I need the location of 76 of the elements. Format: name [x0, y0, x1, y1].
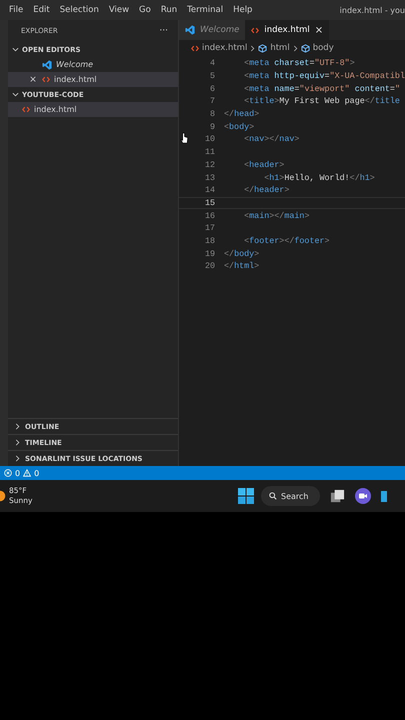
warning-icon	[23, 469, 32, 477]
line-number: 18	[204, 236, 215, 246]
code-line: <meta charset="UTF-8">	[243, 58, 355, 68]
open-editor-entry[interactable]: × index.html	[8, 72, 178, 87]
breadcrumb-item[interactable]: html	[270, 43, 290, 53]
line-number: 7	[208, 96, 215, 106]
code-line: <meta name="viewport" content="	[243, 84, 400, 94]
vscode-logo-icon	[42, 60, 52, 70]
line-number: 8	[208, 109, 215, 120]
html-file-icon	[22, 106, 30, 113]
sun-icon	[0, 490, 6, 502]
task-view-icon[interactable]	[330, 488, 346, 504]
mouse-pointer-icon	[180, 132, 189, 145]
html-file-icon	[251, 26, 260, 34]
code-line: <h1>Hello, World!</h1>	[263, 172, 375, 183]
error-count[interactable]: 0	[15, 468, 20, 478]
code-line: <main></main>	[243, 210, 310, 221]
video-call-icon[interactable]	[355, 488, 372, 504]
cube-icon	[300, 44, 310, 52]
chevron-icon	[14, 423, 21, 430]
line-number: 4	[208, 58, 215, 68]
code-line: </header>	[243, 185, 290, 196]
chevron-icon	[250, 44, 256, 52]
line-number: 10	[204, 134, 215, 144]
breadcrumb-item[interactable]: body	[312, 43, 334, 53]
editor-tab[interactable]: index.html ×	[245, 20, 330, 40]
windows-logo-icon[interactable]	[238, 488, 254, 504]
search-icon	[269, 492, 277, 500]
line-number: 13	[204, 172, 215, 183]
editor-tab[interactable]: Welcome	[179, 20, 246, 40]
menu-item[interactable]: Help	[228, 5, 258, 15]
html-file-icon	[191, 44, 199, 52]
line-number: 5	[208, 71, 215, 82]
line-number: 11	[204, 147, 215, 158]
code-line: <meta http-equiv="X-UA-Compatibl	[243, 71, 405, 82]
error-icon	[4, 469, 12, 477]
chevron-icon	[12, 91, 19, 98]
menu-item[interactable]: Edit	[28, 5, 55, 15]
line-number: 12	[204, 160, 215, 170]
vscode-logo-icon	[185, 25, 195, 35]
line-number: 15	[204, 198, 215, 208]
menu-item[interactable]: Selection	[54, 5, 104, 15]
window-title: index.html - you	[340, 6, 405, 14]
chevron-icon	[14, 455, 21, 462]
code-line: </body>	[223, 248, 260, 259]
line-number: 14	[204, 185, 215, 196]
code-line: <nav></nav>	[243, 134, 300, 144]
open-editor-entry[interactable]: Welcome	[8, 57, 178, 72]
line-number: 19	[204, 248, 215, 259]
close-button[interactable]: ×	[28, 74, 38, 84]
line-number: 17	[204, 223, 215, 234]
line-number: 20	[204, 261, 215, 272]
menu-item[interactable]: Go	[134, 5, 156, 15]
line-number: 9	[208, 122, 215, 132]
warning-count[interactable]: 0	[34, 468, 40, 478]
menu-item[interactable]: Run	[156, 5, 182, 15]
explorer-entry[interactable]: index.html	[8, 102, 178, 117]
chevron-icon	[292, 44, 298, 52]
line-number: 16	[204, 210, 215, 221]
code-line: </html>	[223, 261, 260, 272]
menu-item[interactable]: Terminal	[182, 5, 228, 15]
line-number: 6	[208, 84, 215, 94]
breadcrumb-item[interactable]: index.html	[202, 43, 248, 53]
search-button[interactable]: Search	[261, 486, 320, 506]
chevron-icon	[14, 439, 21, 446]
code-line: <title>My First Web page</title	[243, 96, 400, 106]
chevron-icon	[12, 46, 19, 53]
code-line: <footer></footer>	[243, 236, 330, 246]
html-file-icon	[42, 76, 50, 83]
menu-item[interactable]: View	[104, 5, 134, 15]
menu-item[interactable]: File	[4, 5, 28, 15]
code-line: <header>	[243, 160, 284, 170]
cube-icon	[258, 44, 268, 52]
more-actions-button[interactable]: ···	[159, 26, 168, 36]
code-line: </head>	[223, 109, 260, 120]
code-line: <body>	[223, 122, 254, 132]
